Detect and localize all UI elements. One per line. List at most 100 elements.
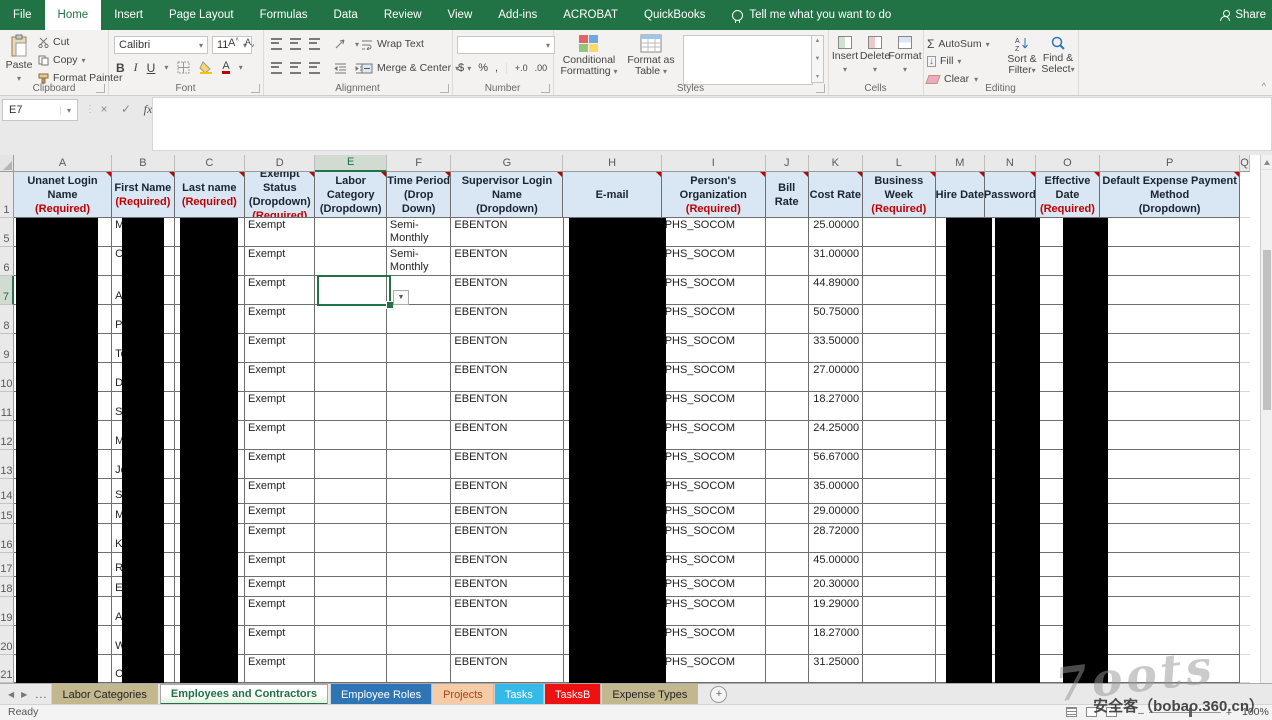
normal-view-icon[interactable] [1066,707,1077,717]
column-header-D[interactable]: D [245,155,315,172]
row-header-16[interactable]: 16 [0,524,14,553]
align-center-icon[interactable] [290,62,301,74]
column-header-L[interactable]: L [863,155,935,172]
cut-button[interactable]: Cut [38,36,69,48]
row-header-19[interactable]: 19 [0,597,14,626]
column-header-Q[interactable]: Q [1240,155,1250,172]
cell-D19[interactable]: Exempt [245,597,315,626]
sheet-tab-employee-roles[interactable]: Employee Roles [330,684,432,705]
row-header-12[interactable]: 12 [0,421,14,450]
cell-K10[interactable]: 27.00000 [809,363,864,392]
clipboard-dialog-launcher[interactable] [96,84,105,93]
cell-D6[interactable]: Exempt [245,247,315,276]
decrease-decimal-icon[interactable]: .00 [535,63,548,73]
cell-G21[interactable]: EBENTON [451,655,563,683]
cell-F10[interactable] [387,363,452,392]
cell-K15[interactable]: 29.00000 [809,504,864,524]
cell-L5[interactable] [863,218,935,247]
column-header-M[interactable]: M [936,155,986,172]
cell-K9[interactable]: 33.50000 [809,334,864,363]
cell-I17[interactable]: PHS_SOCOM [662,553,766,577]
sheet-tab-expense-types[interactable]: Expense Types [601,684,698,705]
cell-F6[interactable]: Semi-Monthly [387,247,452,276]
borders-icon[interactable] [177,61,190,74]
sheet-tab-projects[interactable]: Projects [432,684,494,705]
row-header-8[interactable]: 8 [0,305,14,334]
cell-J16[interactable] [766,524,809,553]
cell-P13[interactable] [1100,450,1240,479]
row-header-21[interactable]: 21 [0,655,14,683]
cell-P18[interactable] [1100,577,1240,597]
cell-E16[interactable] [315,524,386,553]
zoom-in-button[interactable]: + [1226,707,1232,719]
sheet-nav-right-icon[interactable]: ▶ [21,690,27,699]
cell-P12[interactable] [1100,421,1240,450]
cell-I10[interactable]: PHS_SOCOM [662,363,766,392]
cell-D7[interactable]: Exempt [245,276,315,305]
cell-P8[interactable] [1100,305,1240,334]
header-cell-L1[interactable]: Business Week(Required) [863,172,935,218]
column-header-C[interactable]: C [175,155,245,172]
header-cell-B1[interactable]: First Name(Required) [112,172,175,218]
cell-J10[interactable] [766,363,809,392]
cell-F16[interactable] [387,524,452,553]
header-cell-A1[interactable]: Unanet Login Name(Required) [14,172,112,218]
cell-G5[interactable]: EBENTON [451,218,563,247]
ribbon-tab-acrobat[interactable]: ACROBAT [550,0,631,30]
cell-K14[interactable]: 35.00000 [809,479,864,504]
cell-D18[interactable]: Exempt [245,577,315,597]
header-cell-C1[interactable]: Last name(Required) [175,172,245,218]
column-header-B[interactable]: B [112,155,175,172]
cell-L15[interactable] [863,504,935,524]
merge-center-button[interactable]: Merge & Center ▾ [361,62,459,74]
cell-K21[interactable]: 31.25000 [809,655,864,683]
cell-K5[interactable]: 25.00000 [809,218,864,247]
row-header-1[interactable]: 1 [0,172,14,218]
format-as-table-button[interactable]: Format asTable ▾ [625,34,677,77]
cell-G12[interactable]: EBENTON [451,421,563,450]
cell-I7[interactable]: PHS_SOCOM [662,276,766,305]
column-header-H[interactable]: H [563,155,661,172]
zoom-slider[interactable] [1149,712,1221,713]
cell-G17[interactable]: EBENTON [451,553,563,577]
cell-J12[interactable] [766,421,809,450]
cell-J6[interactable] [766,247,809,276]
header-cell-F1[interactable]: Time Period(Drop Down) [387,172,451,218]
increase-font-icon[interactable]: A˄ [228,37,239,49]
ribbon-tab-data[interactable]: Data [321,0,371,30]
cell-I5[interactable]: PHS_SOCOM [662,218,766,247]
row-header-5[interactable]: 5 [0,218,14,247]
sheet-tab-tasks[interactable]: Tasks [494,684,544,705]
cell-J21[interactable] [766,655,809,683]
row-header-7[interactable]: 7 [0,276,14,305]
cell-E17[interactable] [315,553,386,577]
cell-K20[interactable]: 18.27000 [809,626,864,655]
cell-styles-gallery[interactable] [683,35,813,85]
zoom-level[interactable]: 100% [1242,706,1269,718]
cell-K11[interactable]: 18.27000 [809,392,864,421]
conditional-formatting-button[interactable]: ConditionalFormatting ▾ [557,34,621,77]
ribbon-tab-view[interactable]: View [435,0,486,30]
header-cell-I1[interactable]: Person's Organization(Required) [662,172,766,218]
cell-E10[interactable] [315,363,386,392]
cell-G6[interactable]: EBENTON [451,247,563,276]
cell-J14[interactable] [766,479,809,504]
name-box[interactable]: E7 ▾ [2,99,78,121]
font-name-combo[interactable]: Calibri▾ [114,36,208,54]
cell-L12[interactable] [863,421,935,450]
ribbon-tab-home[interactable]: Home [45,0,102,30]
sheet-nav-left-icon[interactable]: ◀ [8,690,14,699]
cell-E8[interactable] [315,305,386,334]
cell-I16[interactable]: PHS_SOCOM [662,524,766,553]
cell-D12[interactable]: Exempt [245,421,315,450]
currency-format-icon[interactable]: $ ▾ [458,62,471,74]
row-header-13[interactable]: 13 [0,450,14,479]
cell-F19[interactable] [387,597,452,626]
insert-cells-button[interactable]: Insert▾ [830,36,860,75]
collapse-ribbon-icon[interactable]: ^ [1262,81,1266,91]
cell-F18[interactable] [387,577,452,597]
column-header-P[interactable]: P [1100,155,1240,172]
header-cell-P1[interactable]: Default Expense Payment Method(Dropdown) [1100,172,1240,218]
cell-D15[interactable]: Exempt [245,504,315,524]
column-header-N[interactable]: N [985,155,1036,172]
